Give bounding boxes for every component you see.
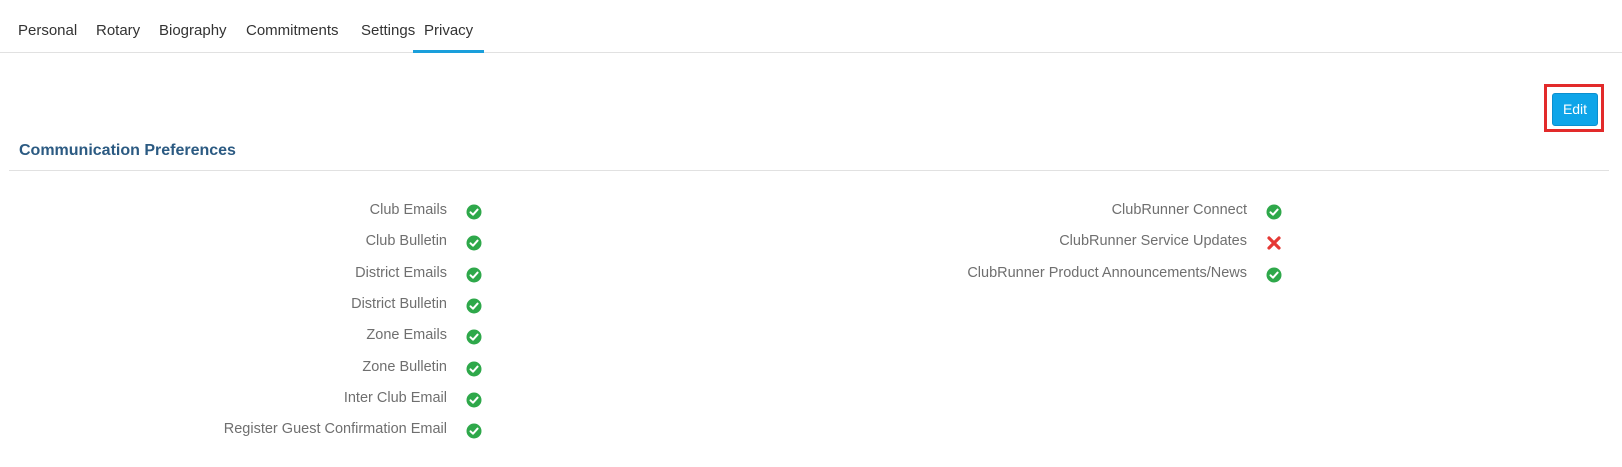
section-title: Communication Preferences: [19, 142, 236, 159]
edit-button[interactable]: Edit: [1552, 93, 1598, 126]
pref-label: ClubRunner Product Announcements/News: [967, 265, 1247, 281]
check-circle-icon: [466, 204, 482, 220]
check-circle-icon: [466, 423, 482, 439]
tab-commitments[interactable]: Commitments: [246, 22, 339, 51]
pref-label: ClubRunner Connect: [1111, 202, 1247, 218]
pref-label: Register Guest Confirmation Email: [223, 421, 447, 437]
pref-row-clubrunner-connect: ClubRunner Connect: [0, 202, 1247, 222]
check-circle-icon: [1266, 204, 1282, 220]
pref-label: Inter Club Email: [343, 390, 447, 406]
tab-privacy[interactable]: Privacy: [413, 22, 485, 53]
tab-bar: Personal Rotary Biography Commitments Se…: [0, 0, 1622, 53]
x-mark-icon: [1266, 235, 1282, 251]
check-circle-icon: [1266, 267, 1282, 283]
pref-label: Zone Emails: [366, 327, 447, 343]
pref-label: ClubRunner Service Updates: [1059, 233, 1247, 249]
check-circle-icon: [466, 392, 482, 408]
pref-row-clubrunner-product-announcements: ClubRunner Product Announcements/News: [0, 265, 1247, 285]
pref-row-register-guest-confirmation-email: Register Guest Confirmation Email: [0, 421, 447, 441]
check-circle-icon: [466, 361, 482, 377]
check-circle-icon: [466, 298, 482, 314]
pref-label: Zone Bulletin: [362, 359, 447, 375]
check-circle-icon: [466, 329, 482, 345]
tab-personal[interactable]: Personal: [18, 22, 77, 51]
tab-settings[interactable]: Settings: [361, 22, 415, 51]
check-circle-icon: [466, 267, 482, 283]
tab-biography[interactable]: Biography: [159, 22, 227, 51]
pref-row-district-bulletin: District Bulletin: [0, 296, 447, 316]
pref-row-zone-bulletin: Zone Bulletin: [0, 359, 447, 379]
tab-rotary[interactable]: Rotary: [96, 22, 140, 51]
pref-row-clubrunner-service-updates: ClubRunner Service Updates: [0, 233, 1247, 253]
pref-row-zone-emails: Zone Emails: [0, 327, 447, 347]
check-circle-icon: [466, 235, 482, 251]
pref-row-inter-club-email: Inter Club Email: [0, 390, 447, 410]
pref-label: District Bulletin: [351, 296, 447, 312]
section-divider: [9, 170, 1609, 171]
